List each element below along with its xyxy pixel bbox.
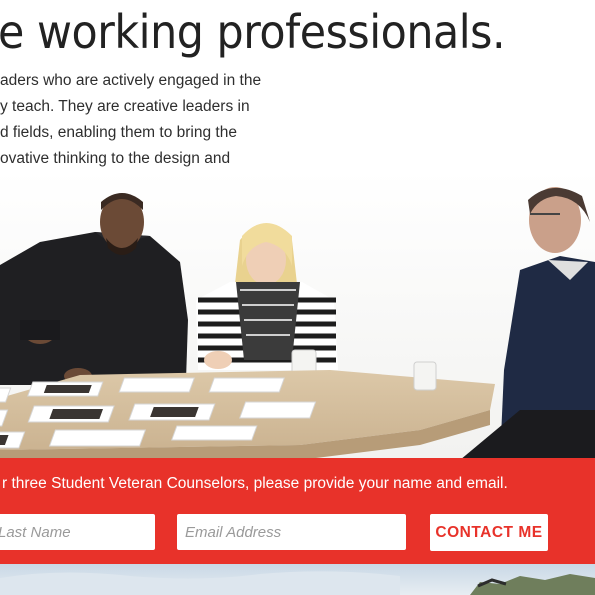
page: e working professionals. aders who are a… bbox=[0, 0, 595, 595]
intro-line: aders who are actively engaged in the bbox=[0, 72, 262, 89]
faculty-photo-illustration bbox=[0, 170, 595, 460]
contact-prompt: r three Student Veteran Counselors, plea… bbox=[2, 475, 508, 492]
contact-me-button[interactable]: CONTACT ME bbox=[430, 514, 548, 551]
next-section-image bbox=[0, 564, 595, 595]
last-name-field[interactable] bbox=[0, 514, 155, 550]
contact-band: r three Student Veteran Counselors, plea… bbox=[0, 458, 595, 564]
page-headline: e working professionals. bbox=[0, 5, 506, 59]
intro-line: d fields, enabling them to bring the bbox=[0, 124, 237, 141]
intro-line: y teach. They are creative leaders in bbox=[0, 98, 250, 115]
faculty-photo bbox=[0, 170, 595, 460]
intro-line: ovative thinking to the design and bbox=[0, 150, 231, 167]
intro-paragraph: aders who are actively engaged in the y … bbox=[0, 68, 270, 172]
email-field[interactable] bbox=[177, 514, 406, 550]
landscape-image bbox=[0, 564, 595, 595]
